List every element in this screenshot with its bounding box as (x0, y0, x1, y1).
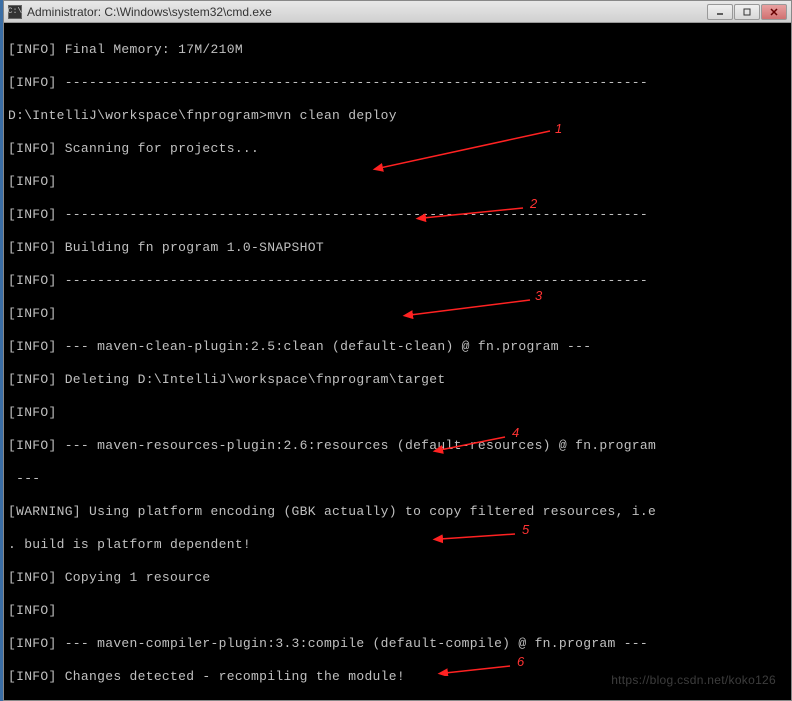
annotation-arrow-2 (413, 203, 533, 223)
maximize-button[interactable] (734, 4, 760, 20)
output-line: [INFO] Copying 1 resource (8, 570, 787, 587)
annotation-label-6: 6 (517, 654, 524, 669)
annotation-label-2: 2 (530, 196, 537, 211)
output-line: [INFO] --- maven-resources-plugin:2.6:re… (8, 438, 787, 455)
output-line: [INFO] --- maven-clean-plugin:2.5:clean … (8, 339, 787, 356)
command-line: D:\IntelliJ\workspace\fnprogram>mvn clea… (8, 108, 787, 125)
annotation-arrow-3 (400, 295, 540, 320)
annotation-label-5: 5 (522, 522, 529, 537)
maximize-icon (743, 8, 751, 16)
annotation-arrow-5 (430, 529, 525, 544)
close-icon (770, 8, 778, 16)
close-button[interactable] (761, 4, 787, 20)
output-line: [INFO] --- maven-compiler-plugin:3.3:com… (8, 636, 787, 653)
annotation-label-1: 1 (555, 121, 562, 136)
output-line: [INFO] Final Memory: 17M/210M (8, 42, 787, 59)
minimize-button[interactable] (707, 4, 733, 20)
output-line: [INFO] (8, 603, 787, 620)
output-line: [INFO] (8, 405, 787, 422)
annotation-arrow-1 (370, 126, 560, 176)
output-line: [INFO] (8, 306, 787, 323)
cmd-icon-text: C:\ (8, 7, 22, 16)
terminal-output[interactable]: [INFO] Final Memory: 17M/210M [INFO] ---… (4, 23, 791, 700)
output-line: . build is platform dependent! (8, 537, 787, 554)
output-line: [INFO] Building fn program 1.0-SNAPSHOT (8, 240, 787, 257)
output-line: --- (8, 471, 787, 488)
cmd-window: C:\ Administrator: C:\Windows\system32\c… (3, 0, 792, 701)
cmd-icon: C:\ (8, 5, 22, 19)
annotation-label-3: 3 (535, 288, 542, 303)
output-line: [WARNING] Using platform encoding (GBK a… (8, 504, 787, 521)
annotation-label-4: 4 (512, 425, 519, 440)
watermark: https://blog.csdn.net/koko126 (611, 672, 776, 689)
output-line: [INFO] ---------------------------------… (8, 273, 787, 290)
output-line: [INFO] ---------------------------------… (8, 75, 787, 92)
titlebar[interactable]: C:\ Administrator: C:\Windows\system32\c… (4, 1, 791, 23)
output-line: [INFO] Deleting D:\IntelliJ\workspace\fn… (8, 372, 787, 389)
annotation-arrow-4 (430, 432, 515, 454)
window-controls (707, 4, 787, 20)
output-line: [INFO] ---------------------------------… (8, 207, 787, 224)
window-title: Administrator: C:\Windows\system32\cmd.e… (27, 5, 707, 19)
minimize-icon (716, 8, 724, 16)
annotation-arrow-6 (435, 661, 520, 676)
